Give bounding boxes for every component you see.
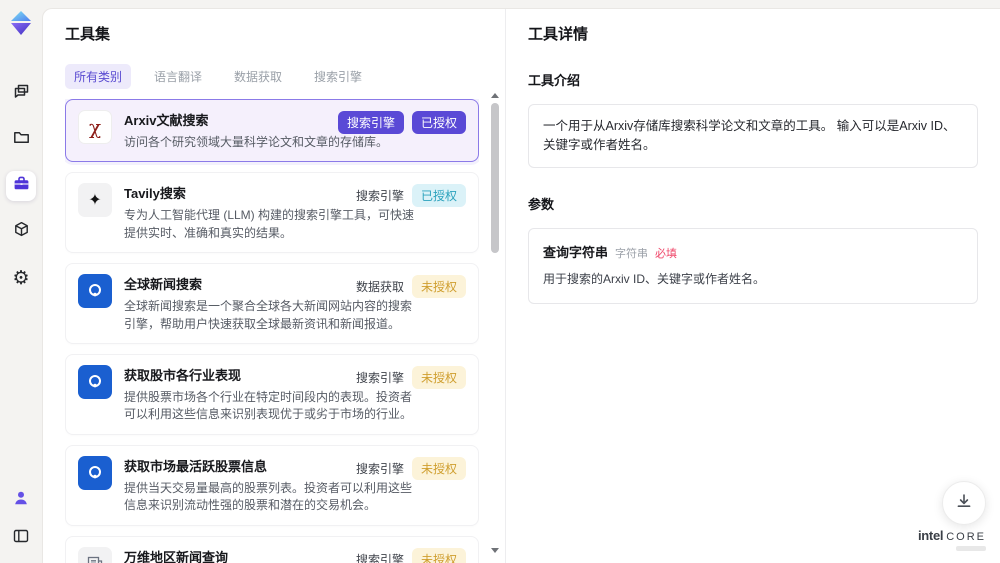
status-badge: 未授权: [411, 456, 466, 480]
scroll-up-arrow-icon[interactable]: [491, 93, 499, 98]
chat-icon: [12, 82, 31, 106]
param-required-badge: 必填: [655, 247, 678, 260]
tool-badges: 搜索引擎 未授权: [355, 547, 466, 563]
download-icon: [955, 492, 973, 515]
tool-card-1[interactable]: ✦ Tavily搜索 专为人工智能代理 (LLM) 构建的搜索引擎工具，可快速提供实…: [65, 172, 479, 254]
tab-data-fetching[interactable]: 数据获取: [225, 64, 291, 89]
param-header: 查询字符串 字符串 必填: [543, 242, 963, 261]
tool-badges: 搜索引擎 未授权: [355, 456, 466, 480]
category-label: 搜索引擎: [355, 189, 404, 204]
status-badge: 已授权: [411, 184, 466, 208]
gear-icon: ⚙: [12, 266, 30, 289]
tab-search-engine[interactable]: 搜索引擎: [305, 64, 371, 89]
intro-card: 一个用于从Arxiv存储库搜索科学论文和文章的工具。 输入可以是Arxiv ID…: [528, 104, 978, 168]
sidebar-item-tools[interactable]: [6, 171, 36, 201]
scroll-down-arrow-icon[interactable]: [491, 548, 499, 553]
app-window: ⚙ 工具集 所有类别 语言翻译 数据获取 搜索引擎 χ Arxiv文献搜索 访问…: [0, 0, 1000, 563]
status-badge: 已授权: [411, 111, 466, 134]
param-card: 查询字符串 字符串 必填 用于搜索的Arxiv ID、关键字或作者姓名。: [528, 227, 978, 304]
params-heading: 参数: [528, 196, 555, 212]
download-button[interactable]: [942, 481, 986, 525]
category-label: 数据获取: [355, 280, 404, 295]
tool-badges: 搜索引擎 已授权: [337, 111, 466, 134]
tool-badges: 搜索引擎 已授权: [355, 184, 466, 208]
collapse-panel-button[interactable]: [6, 523, 36, 553]
sidebar-item-settings[interactable]: ⚙: [6, 263, 36, 293]
cube-icon: [12, 220, 31, 244]
tool-list: χ Arxiv文献搜索 访问各个研究领域大量科学论文和文章的存储库。 搜索引擎 已授权 ✦…: [65, 99, 479, 563]
user-avatar[interactable]: [6, 483, 36, 513]
intel-wordmark: intel: [917, 528, 944, 543]
category-tabs: 所有类别 语言翻译 数据获取 搜索引擎: [65, 64, 505, 89]
tool-card-2[interactable]: 全球新闻搜索 全球新闻搜索是一个聚合全球各大新闻网站内容的搜索引擎，帮助用户快速获…: [65, 263, 479, 344]
tool-card-4[interactable]: 获取市场最活跃股票信息 提供当天交易量最高的股票列表。投资者可以利用这些信息来识别…: [65, 444, 479, 526]
sidebar-nav: ⚙: [6, 79, 36, 293]
status-badge: 未授权: [411, 275, 466, 299]
scrollbar-thumb[interactable]: [491, 103, 499, 253]
briefcase-icon: [12, 174, 31, 198]
param-type: 字符串: [615, 247, 649, 260]
arxiv-logo-icon: χ: [78, 110, 112, 144]
sidebar-item-plugins[interactable]: [6, 217, 36, 247]
news-search-app-icon: [78, 364, 112, 399]
tool-card-5[interactable]: 万维地区新闻查询查询具体行政区划内的新闻，快速了解各地新闻动搜索引擎未授权: [65, 535, 479, 563]
status-badge: 未授权: [411, 547, 466, 563]
category-label: 搜索引擎: [355, 461, 404, 476]
tool-description: 专为人工智能代理 (LLM) 构建的搜索引擎工具，可快速提供实时、准确和真实的结…: [124, 208, 415, 240]
list-scrollbar[interactable]: [490, 91, 500, 555]
tool-detail-panel: 工具详情 工具介绍 一个用于从Arxiv存储库搜索科学论文和文章的工具。 输入可…: [506, 9, 1000, 563]
news-search-app-icon: [78, 455, 112, 490]
tool-list-panel: 工具集 所有类别 语言翻译 数据获取 搜索引擎 χ Arxiv文献搜索 访问各个研究…: [43, 9, 506, 563]
tool-description: 提供当天交易量最高的股票列表。投资者可以利用这些信息来识别流动性强的股票和潜在的…: [124, 480, 413, 513]
category-label: 搜索引擎: [355, 370, 404, 385]
tool-badges: 搜索引擎 未授权: [355, 365, 466, 389]
tool-description: 全球新闻搜索是一个聚合全球各大新闻网站内容的搜索引擎，帮助用户快速获取全球最新资…: [124, 299, 413, 331]
category-badge: 搜索引擎: [337, 111, 404, 134]
intel-sub-badge: [956, 546, 986, 551]
status-badge: 未授权: [411, 365, 466, 389]
intro-heading: 工具介绍: [528, 73, 581, 88]
tab-all-categories[interactable]: 所有类别: [65, 64, 132, 89]
sidebar-bottom: [6, 483, 36, 553]
sidebar-item-chat[interactable]: [6, 79, 36, 109]
folder-icon: [12, 128, 31, 152]
newspaper-icon: [78, 546, 112, 563]
core-wordmark: CORE: [946, 531, 986, 543]
app-logo-icon: [7, 9, 35, 37]
main-content: 工具集 所有类别 语言翻译 数据获取 搜索引擎 χ Arxiv文献搜索 访问各个研究…: [42, 8, 1000, 563]
tab-language-translation[interactable]: 语言翻译: [145, 64, 211, 89]
param-description: 用于搜索的Arxiv ID、关键字或作者姓名。: [543, 271, 766, 286]
tool-card-3[interactable]: 获取股市各行业表现 提供股票市场各个行业在特定时间段内的表现。投资者可以利用这些信…: [65, 353, 479, 435]
tool-description: 访问各个研究领域大量科学论文和文章的存储库。: [124, 135, 389, 149]
sidebar-item-files[interactable]: [6, 125, 36, 155]
tavily-star-icon: ✦: [78, 183, 112, 218]
news-search-app-icon: [78, 274, 112, 309]
page-title: 工具集: [65, 26, 111, 43]
left-sidebar: ⚙: [0, 0, 42, 563]
param-name: 查询字符串: [543, 244, 609, 260]
tool-description: 提供股票市场各个行业在特定时间段内的表现。投资者可以利用这些信息来识别表现优于或…: [124, 389, 413, 422]
detail-title: 工具详情: [528, 26, 589, 43]
intel-core-logo: intel CORE: [918, 529, 986, 551]
panel-toggle-icon: [12, 527, 30, 550]
category-label: 搜索引擎: [355, 552, 404, 563]
tool-card-0[interactable]: χ Arxiv文献搜索 访问各个研究领域大量科学论文和文章的存储库。 搜索引擎 已授权: [65, 99, 479, 163]
tool-badges: 数据获取 未授权: [355, 275, 466, 299]
